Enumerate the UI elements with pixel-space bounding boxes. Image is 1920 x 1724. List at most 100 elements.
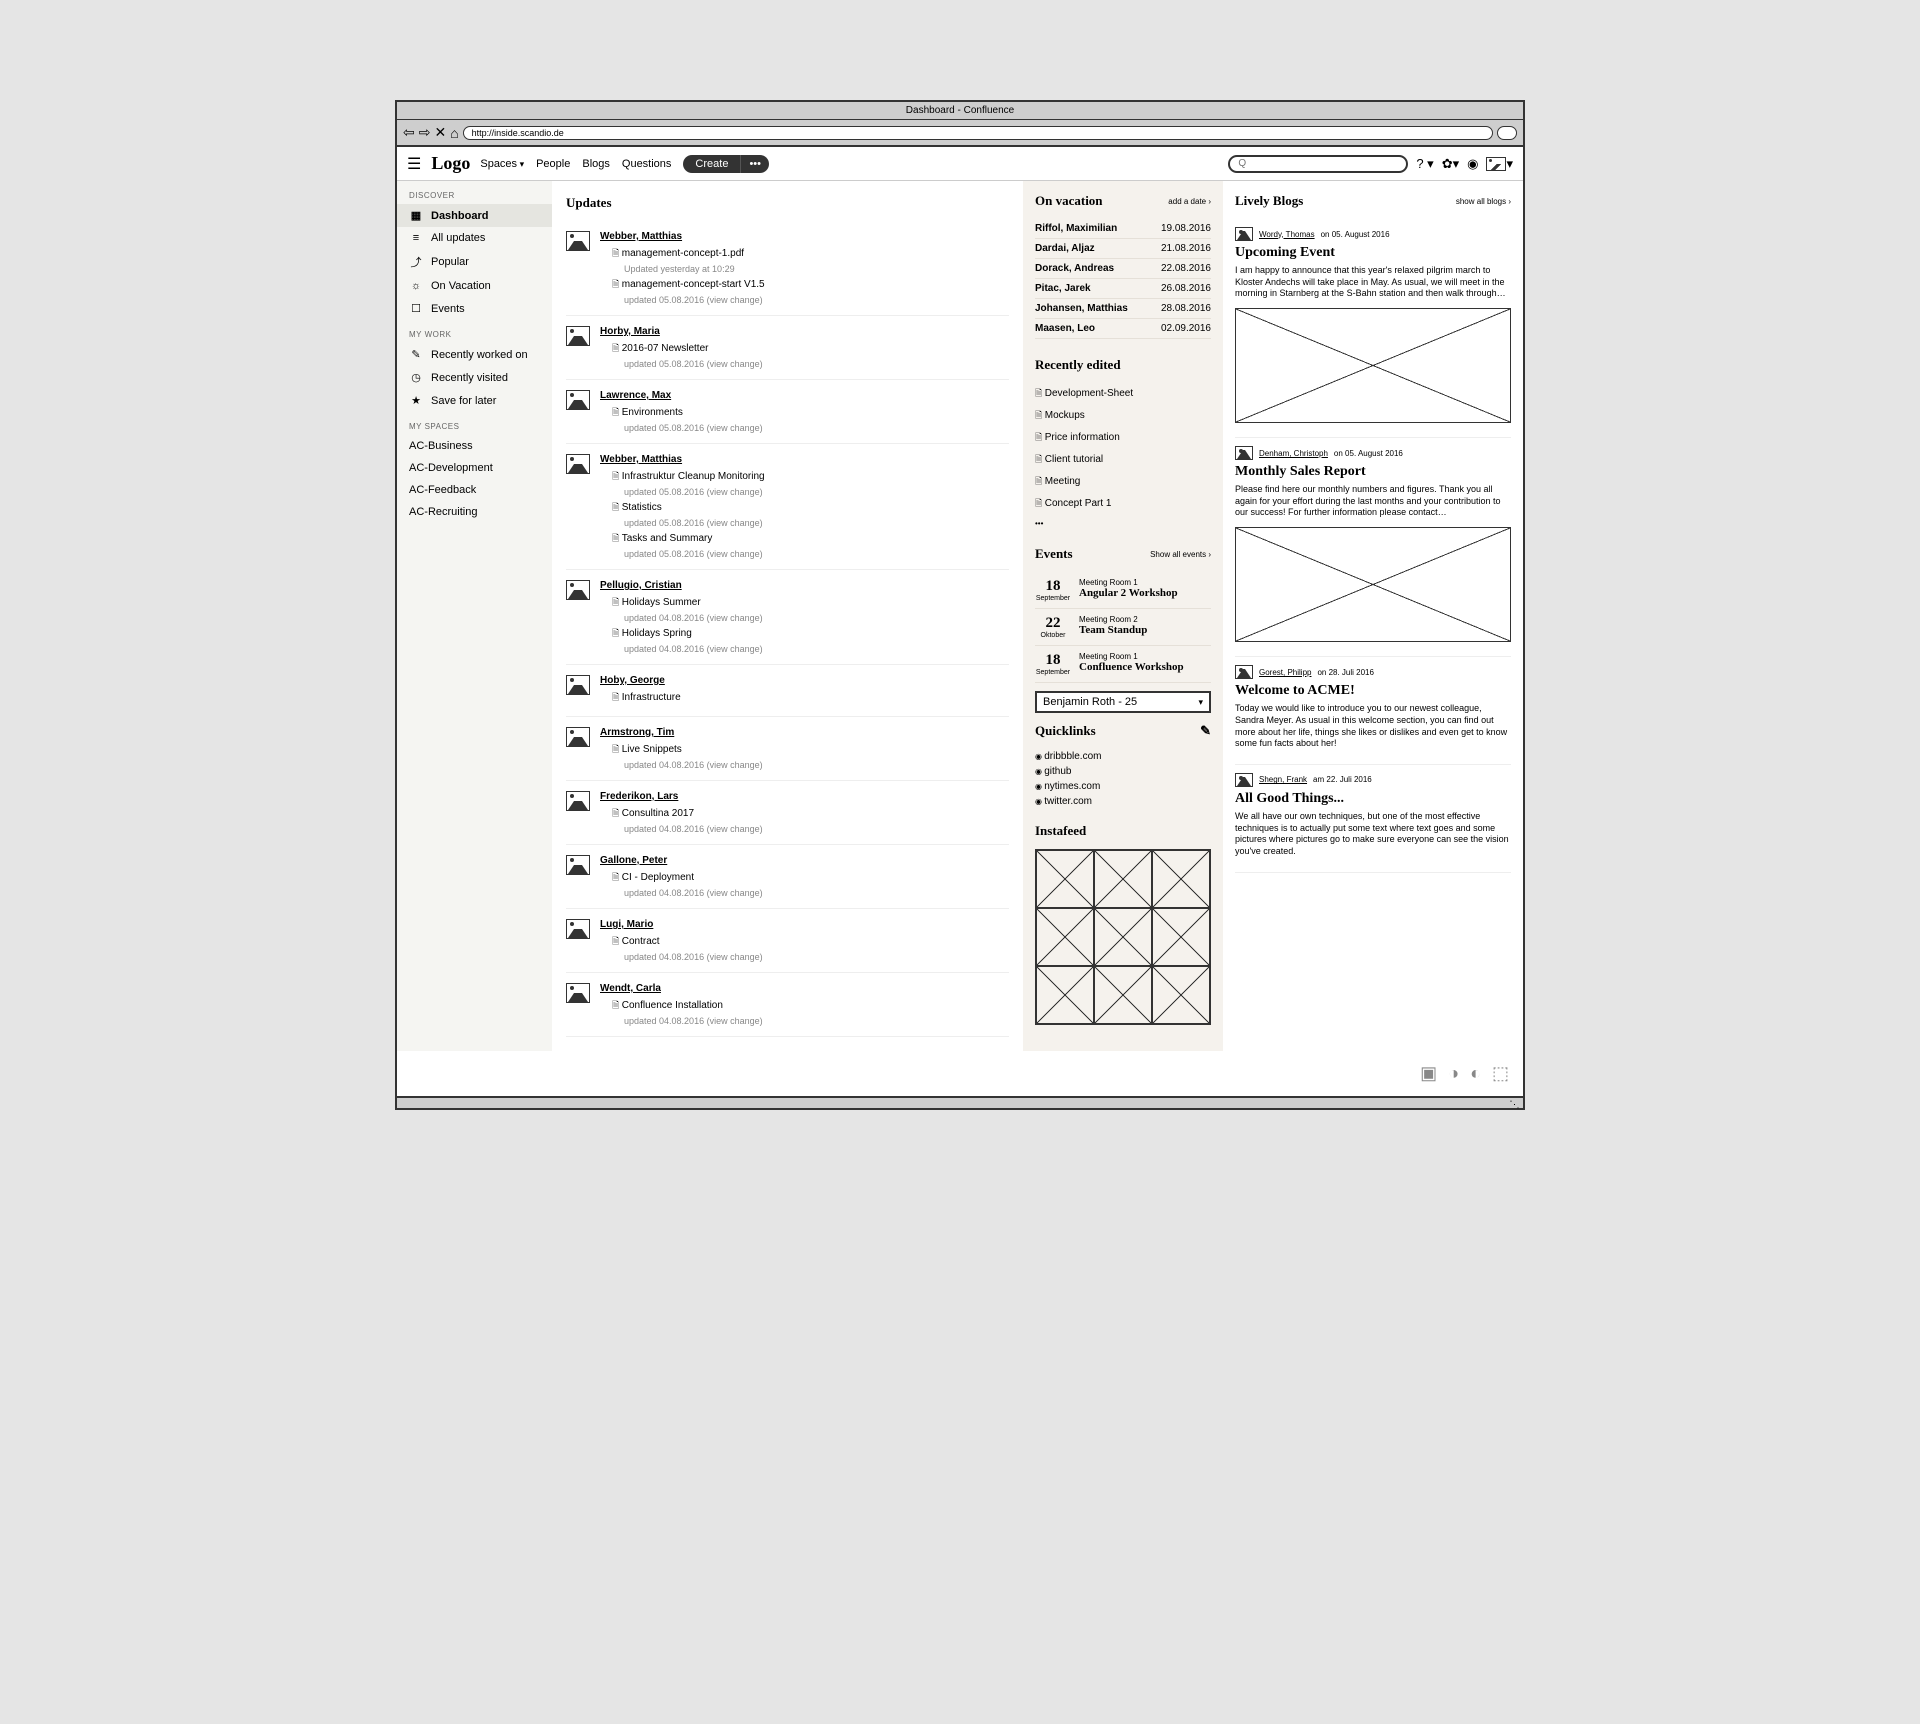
update-doc-link[interactable]: management-concept-start V1.5 (612, 279, 765, 290)
sidebar-item-events[interactable]: ☐Events (397, 297, 552, 320)
url-bar[interactable] (463, 126, 1493, 140)
update-doc-link[interactable]: Consultina 2017 (612, 808, 694, 819)
update-author-link[interactable]: Lawrence, Max (600, 390, 1009, 401)
profile-icon[interactable]: ▾ (1486, 156, 1513, 172)
blog-excerpt: Today we would like to introduce you to … (1235, 703, 1511, 750)
recent-item[interactable]: Development-Sheet (1035, 383, 1211, 405)
create-button[interactable]: Create (683, 155, 740, 173)
nav-people[interactable]: People (536, 158, 570, 170)
update-author-link[interactable]: Armstrong, Tim (600, 727, 1009, 738)
logo: Logo (431, 153, 470, 174)
quicklink-item[interactable]: dribbble.com (1035, 749, 1211, 764)
blog-author-link[interactable]: Wordy, Thomas (1259, 230, 1315, 239)
quicklinks-edit-icon[interactable]: ✎ (1200, 723, 1211, 739)
update-item: Lawrence, Max Environmentsupdated 05.08.… (566, 380, 1009, 444)
sidebar-item-all-updates[interactable]: ≡All updates (397, 227, 552, 249)
sidebar-item-popular[interactable]: ⤴Popular (397, 249, 552, 275)
home-button[interactable]: ⌂ (450, 125, 458, 141)
recent-item[interactable]: Client tutorial (1035, 449, 1211, 471)
recent-item[interactable]: Mockups (1035, 405, 1211, 427)
facebook-icon[interactable]: ▣ (1420, 1063, 1437, 1083)
update-doc-link[interactable]: Holidays Spring (612, 628, 692, 639)
update-author-link[interactable]: Frederikon, Lars (600, 791, 1009, 802)
menu-icon[interactable]: ☰ (407, 154, 421, 174)
sidebar-space-ac-development[interactable]: AC-Development (397, 457, 552, 479)
update-author-link[interactable]: Webber, Matthias (600, 454, 1009, 465)
events-title: Events (1035, 546, 1073, 562)
notifications-icon[interactable]: ◉ (1467, 156, 1478, 172)
update-author-link[interactable]: Horby, Maria (600, 326, 1009, 337)
sidebar-space-ac-recruiting[interactable]: AC-Recruiting (397, 501, 552, 523)
update-author-link[interactable]: Lugi, Mario (600, 919, 1009, 930)
update-doc-link[interactable]: Contract (612, 936, 660, 947)
update-doc-link[interactable]: CI - Deployment (612, 872, 694, 883)
recent-item[interactable]: Price information (1035, 427, 1211, 449)
blog-title[interactable]: All Good Things... (1235, 791, 1511, 807)
recent-item[interactable]: Meeting (1035, 471, 1211, 493)
update-doc-link[interactable]: Holidays Summer (612, 597, 701, 608)
blog-post: Gorest, Philipp on 28. Juli 2016 Welcome… (1235, 657, 1511, 765)
update-doc-link[interactable]: Infrastruktur Cleanup Monitoring (612, 471, 765, 482)
quicklink-item[interactable]: nytimes.com (1035, 779, 1211, 794)
sidebar-heading-mywork: MY WORK (397, 320, 552, 343)
event-row[interactable]: 18September Meeting Room 1Angular 2 Work… (1035, 572, 1211, 609)
sidebar-item-recently-worked-on[interactable]: ✎Recently worked on (397, 343, 552, 366)
quicklink-item[interactable]: twitter.com (1035, 794, 1211, 809)
blog-author-link[interactable]: Denham, Christoph (1259, 449, 1328, 458)
update-author-link[interactable]: Webber, Matthias (600, 231, 1009, 242)
update-meta: updated 04.08.2016 (view change) (600, 952, 1009, 962)
nav-spaces[interactable]: Spaces (480, 158, 524, 170)
update-doc-link[interactable]: Confluence Installation (612, 1000, 723, 1011)
vacation-title: On vacation (1035, 193, 1103, 209)
avatar (566, 390, 590, 410)
sidebar-label: AC-Business (409, 440, 473, 452)
update-doc-link[interactable]: 2016-07 Newsletter (612, 343, 708, 354)
update-doc-link[interactable]: management-concept-1.pdf (612, 248, 744, 259)
bitbucket-icon[interactable]: ⬚ (1492, 1063, 1509, 1083)
update-doc-link[interactable]: Statistics (612, 502, 662, 513)
blog-author-link[interactable]: Gorest, Philipp (1259, 668, 1311, 677)
quicklink-item[interactable]: github (1035, 764, 1211, 779)
vacation-row: Dardai, Aljaz21.08.2016 (1035, 239, 1211, 259)
event-row[interactable]: 18September Meeting Room 1Confluence Wor… (1035, 646, 1211, 683)
events-show-all[interactable]: Show all events (1150, 550, 1211, 559)
event-row[interactable]: 22Oktober Meeting Room 2Team Standup (1035, 609, 1211, 646)
update-doc-link[interactable]: Live Snippets (612, 744, 682, 755)
blog-title[interactable]: Upcoming Event (1235, 245, 1511, 261)
back-button[interactable]: ⇦ (403, 124, 415, 141)
person-dropdown[interactable]: Benjamin Roth - 25 (1035, 691, 1211, 713)
update-author-link[interactable]: Gallone, Peter (600, 855, 1009, 866)
blog-author-link[interactable]: Shegn, Frank (1259, 775, 1307, 784)
update-author-link[interactable]: Wendt, Carla (600, 983, 1009, 994)
search-input[interactable] (1228, 155, 1408, 173)
event-month: Oktober (1035, 632, 1071, 639)
help-icon[interactable]: ? ▾ (1416, 156, 1433, 172)
sidebar-space-ac-feedback[interactable]: AC-Feedback (397, 479, 552, 501)
stop-button[interactable]: ✕ (434, 124, 446, 141)
forward-button[interactable]: ⇨ (419, 124, 431, 141)
update-author-link[interactable]: Hoby, George (600, 675, 1009, 686)
blog-title[interactable]: Monthly Sales Report (1235, 464, 1511, 480)
recent-item[interactable]: Concept Part 1 (1035, 493, 1211, 515)
recent-more[interactable]: ••• (1035, 515, 1211, 532)
sidebar-item-dashboard[interactable]: ▦Dashboard (397, 204, 552, 227)
blog-title[interactable]: Welcome to ACME! (1235, 683, 1511, 699)
update-doc-link[interactable]: Infrastructure (612, 692, 681, 703)
update-doc-link[interactable]: Tasks and Summary (612, 533, 712, 544)
sidebar-item-save-for-later[interactable]: ★Save for later (397, 389, 552, 412)
settings-icon[interactable]: ✿▾ (1442, 156, 1459, 172)
blogs-show-all[interactable]: show all blogs (1456, 197, 1511, 206)
github-icon[interactable]: ◐ (1470, 1063, 1481, 1083)
sidebar-item-on-vacation[interactable]: ☼On Vacation (397, 275, 552, 297)
update-doc-link[interactable]: Environments (612, 407, 683, 418)
sidebar-space-ac-business[interactable]: AC-Business (397, 435, 552, 457)
nav-questions[interactable]: Questions (622, 158, 672, 170)
update-author-link[interactable]: Pellugio, Cristian (600, 580, 1009, 591)
sidebar-item-recently-visited[interactable]: ◷Recently visited (397, 366, 552, 389)
twitter-icon[interactable]: ◑ (1448, 1063, 1459, 1083)
sidebar-heading-myspaces: MY SPACES (397, 412, 552, 435)
go-button[interactable] (1497, 126, 1517, 140)
vacation-add-link[interactable]: add a date (1168, 197, 1211, 206)
create-more-button[interactable]: ••• (740, 155, 769, 173)
nav-blogs[interactable]: Blogs (582, 158, 610, 170)
